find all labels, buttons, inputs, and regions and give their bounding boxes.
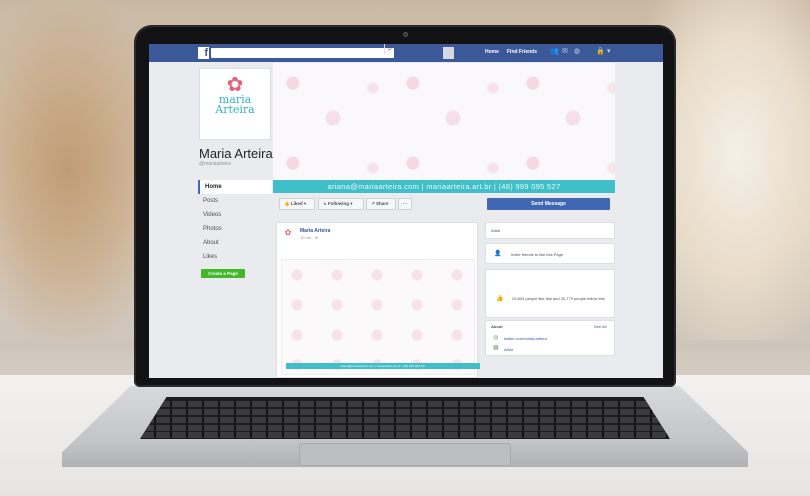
page-name: Maria Arteira — [199, 146, 273, 161]
notifications-icon[interactable]: ◍ — [574, 47, 580, 55]
webcam — [403, 32, 408, 37]
following-label: Following ▾ — [328, 201, 353, 206]
invite-friends-link[interactable]: Invite friends to like this Page — [511, 252, 563, 257]
likes-thumb-icon: 👍 — [496, 296, 504, 302]
sidebar-item-photos[interactable]: Photos — [198, 222, 272, 236]
sidebar-item-home[interactable]: Home — [198, 180, 272, 194]
page-handle[interactable]: @mariaarteira — [199, 161, 231, 167]
post-author[interactable]: Maria Arteira — [300, 228, 330, 234]
about-category-link[interactable]: Artist — [504, 347, 513, 352]
invite-card: 👤 Invite friends to like this Page — [485, 243, 615, 264]
category-label[interactable]: Artist — [491, 228, 500, 233]
category-icon: ▦ — [493, 345, 499, 351]
about-title: About — [491, 324, 503, 329]
keyboard — [140, 397, 670, 439]
send-message-button[interactable]: Send Message — [487, 198, 610, 210]
laptop-screen: f ⌕ Home Find Friends 👥 ✉ ◍ 🔒 ▾ ✿ maria … — [149, 44, 663, 378]
likes-card: 👍 20,803 people like this and 20,779 peo… — [485, 269, 615, 318]
sidebar-item-videos[interactable]: Videos — [198, 208, 272, 222]
sidebar-nav: Home Posts Videos Photos About Likes — [198, 180, 272, 264]
share-label: Share — [376, 201, 389, 206]
friend-requests-icon[interactable]: 👥 — [550, 47, 559, 55]
post-image[interactable]: ariana@mariaarteira.com | mariaarteira.a… — [281, 259, 480, 375]
post-timestamp[interactable]: 10 hrs · ⊕ — [300, 235, 318, 240]
category-card: Artist — [485, 222, 615, 239]
see-all-link[interactable]: See All — [594, 324, 606, 329]
search-icon[interactable]: ⌕ — [384, 44, 395, 54]
following-button[interactable]: ⇘ Following ▾ — [318, 198, 364, 210]
share-icon: ↗ — [371, 201, 375, 206]
facebook-logo-icon[interactable]: f — [198, 47, 209, 59]
profile-avatar[interactable] — [443, 47, 454, 59]
sidebar-item-about[interactable]: About — [198, 236, 272, 250]
find-friends-link[interactable]: Find Friends — [507, 49, 537, 55]
brand-line-2: Arteira — [215, 103, 255, 116]
sidebar-item-posts[interactable]: Posts — [198, 194, 272, 208]
twitter-link[interactable]: twitter.com/maria.arteira — [504, 336, 547, 341]
facebook-topbar: f ⌕ Home Find Friends 👥 ✉ ◍ 🔒 ▾ — [149, 44, 663, 62]
rose-logo-icon: ✿ — [226, 74, 244, 96]
post-avatar-icon[interactable]: ✿ — [282, 228, 294, 240]
profile-picture[interactable]: ✿ maria Arteira — [199, 68, 271, 140]
sidebar-item-likes[interactable]: Likes — [198, 250, 272, 264]
home-link[interactable]: Home — [485, 49, 499, 55]
post-image-band: ariana@mariaarteira.com | mariaarteira.a… — [286, 363, 480, 369]
invite-friends-icon: 👤 — [494, 251, 502, 257]
twitter-globe-icon: ◍ — [493, 335, 499, 341]
lock-icon[interactable]: 🔒 — [596, 47, 605, 55]
about-card: About See All ◍ twitter.com/maria.arteir… — [485, 320, 615, 356]
share-button[interactable]: ↗ Share — [366, 198, 396, 210]
search-input[interactable] — [211, 48, 394, 58]
post-card: ✿ Maria Arteira 10 hrs · ⊕ ariana@mariaa… — [276, 222, 480, 378]
liked-button[interactable]: 👍 Liked ▾ — [279, 198, 315, 210]
liked-label: Liked ▾ — [290, 201, 307, 206]
cover-photo[interactable] — [273, 63, 615, 180]
more-button[interactable]: ··· — [398, 198, 412, 210]
messages-icon[interactable]: ✉ — [562, 47, 568, 55]
thumbs-up-icon: 👍 — [284, 201, 290, 206]
following-icon: ⇘ — [323, 201, 327, 206]
cover-contact-band: ariana@mariaarteira.com | mariaarteira.a… — [273, 180, 615, 193]
dropdown-icon[interactable]: ▾ — [607, 47, 611, 55]
create-page-button[interactable]: Create a Page — [201, 269, 245, 278]
trackpad — [299, 443, 511, 466]
likes-count-text: 20,803 people like this and 20,779 peopl… — [512, 296, 605, 301]
